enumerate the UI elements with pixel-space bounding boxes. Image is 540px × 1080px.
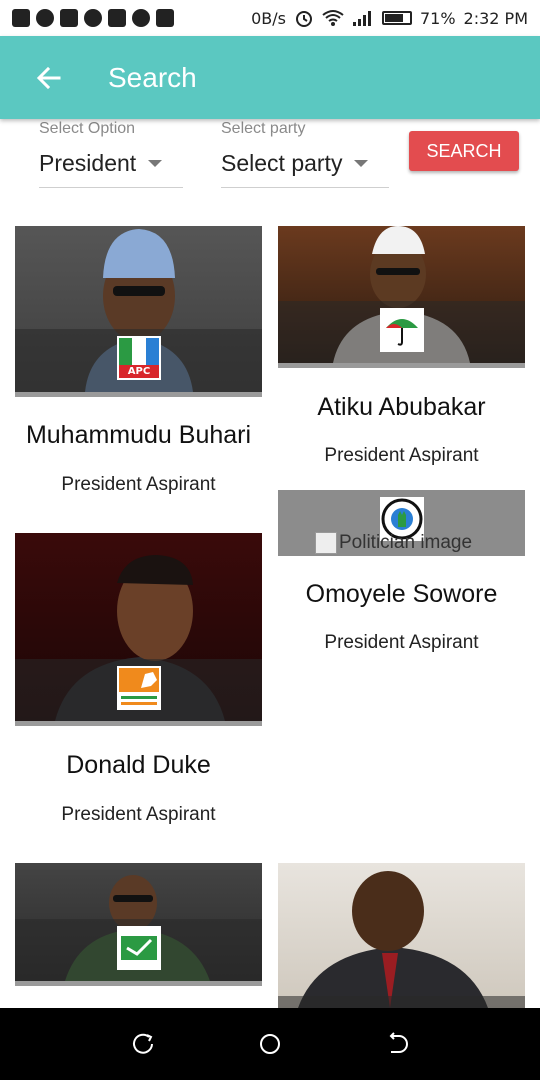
broken-image-icon [315, 532, 337, 554]
page-title: Search [108, 61, 197, 93]
back-button[interactable] [24, 53, 74, 103]
home-button[interactable] [250, 1024, 290, 1064]
candidate-card[interactable]: APC Muhammudu Buhari President Aspirant [15, 226, 262, 506]
party-dropdown[interactable]: Select party [221, 150, 389, 188]
party-logo-pdp [380, 308, 424, 352]
option-label: Select Option [39, 120, 136, 137]
option-dropdown[interactable]: President [39, 150, 183, 188]
status-bar: 0B/s 71% 2:32 PM [0, 0, 540, 36]
candidate-card[interactable]: Politician image Omoyele Sowore Presiden… [278, 490, 525, 665]
photo-underline [15, 981, 262, 986]
back-nav-button[interactable] [377, 1024, 417, 1064]
search-button[interactable]: SEARCH [409, 131, 519, 171]
broken-image-alt: Politician image [339, 532, 473, 553]
option-value: President [39, 150, 137, 176]
candidate-card[interactable] [278, 863, 525, 1008]
broken-image: Politician image [315, 532, 472, 554]
candidate-role: President Aspirant [324, 445, 479, 466]
party-logo-acpn [117, 926, 161, 970]
notification-icons [12, 9, 174, 27]
alert-icon [60, 9, 78, 27]
recent-apps-button[interactable] [123, 1024, 163, 1064]
candidate-photo [278, 863, 525, 1008]
candidate-name: Omoyele Sowore [305, 580, 498, 608]
photo-overlay [278, 996, 525, 1008]
twitter-icon [156, 9, 174, 27]
candidate-card[interactable] [15, 863, 262, 1008]
system-nav-bar [0, 1008, 540, 1080]
battery-percent: 71% [419, 8, 456, 28]
party-logo-text: APC [127, 366, 151, 377]
notification-icon [12, 9, 30, 27]
whatsapp-icon [36, 9, 54, 27]
app-bar: Search [0, 36, 540, 119]
battery-icon [381, 11, 412, 25]
wifi-icon [322, 10, 344, 26]
photo-underline [15, 721, 262, 726]
candidate-role: President Aspirant [324, 632, 479, 653]
clock: 2:32 PM [463, 8, 528, 28]
chrome-icon [132, 9, 150, 27]
candidate-name: Muhammudu Buhari [25, 421, 252, 449]
dropdown-arrow-icon [354, 160, 369, 167]
party-filter[interactable]: Select party Select party [221, 120, 389, 188]
candidate-role: President Aspirant [61, 804, 216, 825]
gmail-icon [108, 9, 126, 27]
signal-icon [352, 11, 371, 26]
candidate-card[interactable]: Donald Duke President Aspirant [15, 533, 262, 833]
photo-underline [15, 392, 262, 397]
alarm-icon [295, 11, 312, 27]
party-label: Select party [221, 120, 306, 137]
party-value: Select party [221, 150, 343, 176]
back-nav-icon [389, 1032, 408, 1053]
candidate-name: Atiku Abubakar [317, 393, 486, 421]
arrow-left-icon [36, 66, 61, 89]
home-icon [259, 1034, 280, 1054]
candidate-role: President Aspirant [61, 474, 216, 495]
party-logo-sdp [117, 666, 161, 710]
candidate-name: Donald Duke [66, 751, 211, 779]
candidate-card[interactable]: Atiku Abubakar President Aspirant [278, 226, 525, 471]
net-speed: 0B/s [251, 8, 286, 28]
recent-apps-icon [133, 1033, 154, 1054]
option-filter[interactable]: Select Option President [39, 120, 183, 188]
app-icon [84, 9, 102, 27]
dropdown-arrow-icon [148, 160, 163, 167]
party-logo-apc: APC [117, 336, 161, 380]
photo-underline [278, 363, 525, 368]
